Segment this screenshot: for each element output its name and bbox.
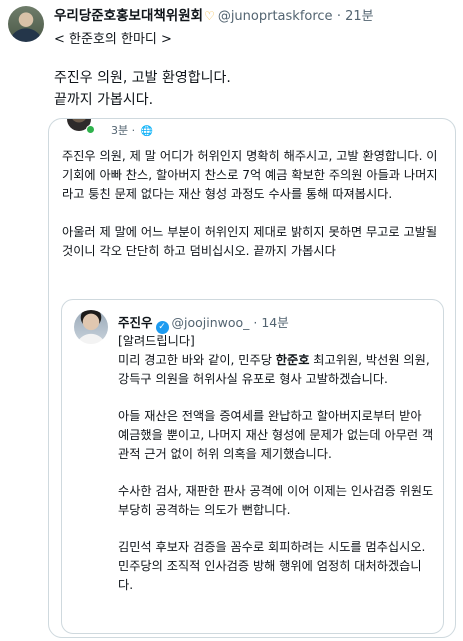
quoted-tweet-time[interactable]: 3분 · — [111, 124, 135, 137]
heart-icon: ♡ — [204, 9, 215, 23]
nested-paragraph-3: 수사한 검사, 재판한 판사 공격에 이어 이제는 인사검증 위원도 부당히 공… — [118, 484, 434, 517]
nested-paragraph-2: 아들 재산은 전액을 증여세를 완납하고 할아버지로부터 받아 예금했을 뿐이고… — [118, 409, 434, 461]
author-name[interactable]: 우리당준호홍보대책위원회 — [54, 8, 203, 24]
quoted-paragraph-1: 주진우 의원, 제 말 어디가 허위인지 명확히 해주시고, 고발 환영합니다.… — [62, 149, 438, 201]
nested-p1-bold: 한준호 — [275, 353, 310, 367]
nested-author-avatar[interactable] — [74, 310, 108, 344]
quoted-paragraph-2: 아울러 제 말에 어느 부분이 허위인지 제대로 밝히지 못하면 무고로 고발될… — [62, 225, 438, 258]
nested-tweet-time[interactable]: · 14분 — [253, 315, 288, 330]
tweet-text-line-1: 주진우 의원, 고발 환영합니다. — [54, 70, 231, 86]
tweet-text-line-2: 끝까지 가봅시다. — [54, 92, 154, 108]
author-handle[interactable]: @junoprtaskforce — [218, 9, 333, 24]
tweet: 우리당준호홍보대책위원회♡ @junoprtaskforce · 21분 < 한준… — [0, 0, 463, 641]
nested-author-name[interactable]: 주진우 — [118, 315, 153, 330]
tweet-subtitle: < 한준호의 한마디 > — [54, 32, 172, 47]
author-avatar[interactable] — [8, 6, 44, 42]
online-status-icon — [86, 125, 95, 134]
nested-paragraph-4: 김민석 후보자 검증을 꼼수로 회피하려는 시도를 멈추십시오. 민주당의 조직… — [118, 540, 426, 592]
nested-paragraph-1: 미리 경고한 바와 같이, 민주당 한준호 최고위원, 박선원 의원, 강득구 … — [118, 351, 436, 389]
nested-tweet-header: 주진우 ✓ @joojinwoo_ · 14분 — [118, 312, 289, 334]
quoted-tweet[interactable]: 3분 · 🌐 주진우 의원, 제 말 어디가 허위인지 명확히 해주시고, 고발… — [48, 118, 456, 638]
nested-tweet-text: [알려드립니다] 미리 경고한 바와 같이, 민주당 한준호 최고위원, 박선원… — [118, 332, 436, 613]
nested-quoted-tweet[interactable]: 주진우 ✓ @joojinwoo_ · 14분 [알려드립니다] 미리 경고한 바와… — [61, 299, 444, 634]
globe-icon: 🌐 — [140, 126, 154, 137]
nested-author-handle[interactable]: @joojinwoo_ — [172, 315, 250, 330]
tweet-time[interactable]: · 21분 — [337, 9, 374, 24]
nested-notice: [알려드립니다] — [118, 334, 195, 348]
quoted-tweet-text: 주진우 의원, 제 말 어디가 허위인지 명확히 해주시고, 고발 환영합니다.… — [62, 147, 444, 280]
quoted-tweet-meta: 3분 · 🌐 — [111, 122, 153, 138]
tweet-header: 우리당준호홍보대책위원회♡ @junoprtaskforce · 21분 — [54, 7, 455, 26]
nested-p1-start: 미리 경고한 바와 같이, 민주당 — [118, 353, 276, 367]
